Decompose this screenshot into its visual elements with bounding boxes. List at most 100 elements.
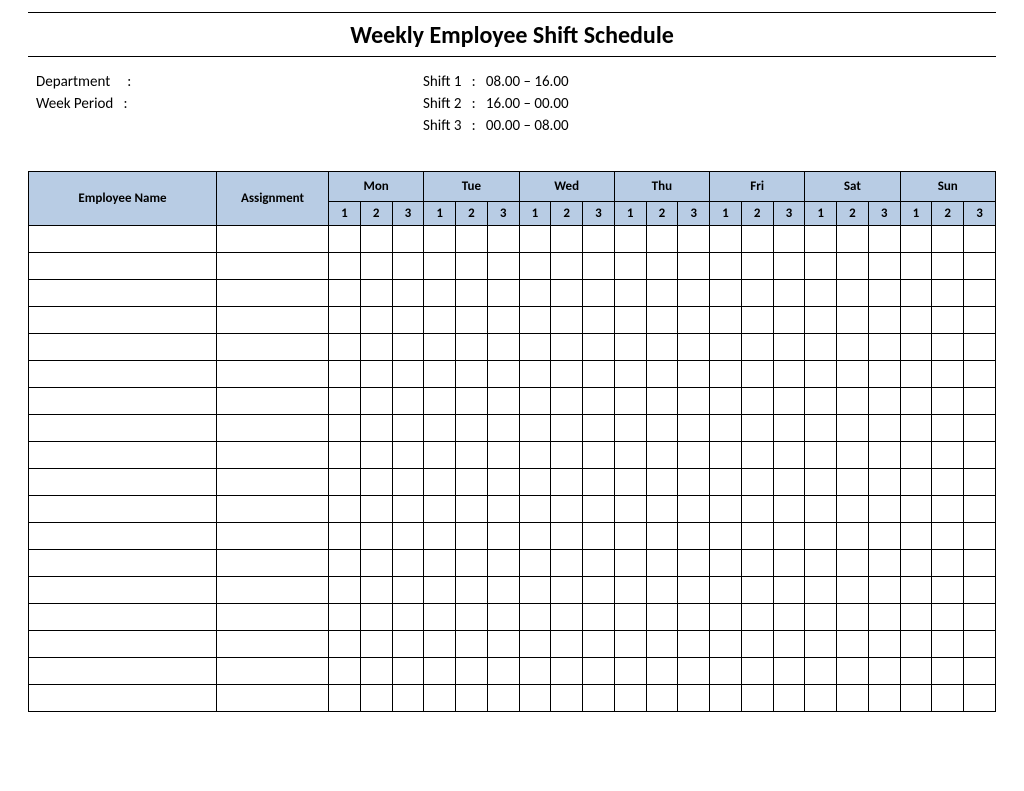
- shift-cell[interactable]: [964, 469, 996, 496]
- shift-cell[interactable]: [329, 280, 361, 307]
- shift-cell[interactable]: [773, 631, 805, 658]
- shift-cell[interactable]: [678, 334, 710, 361]
- shift-cell[interactable]: [964, 577, 996, 604]
- shift-cell[interactable]: [614, 361, 646, 388]
- shift-cell[interactable]: [900, 550, 932, 577]
- shift-cell[interactable]: [710, 631, 742, 658]
- shift-cell[interactable]: [456, 361, 488, 388]
- shift-cell[interactable]: [678, 550, 710, 577]
- shift-cell[interactable]: [519, 442, 551, 469]
- shift-cell[interactable]: [741, 361, 773, 388]
- shift-cell[interactable]: [519, 334, 551, 361]
- shift-cell[interactable]: [456, 226, 488, 253]
- shift-cell[interactable]: [583, 685, 615, 712]
- shift-cell[interactable]: [614, 685, 646, 712]
- shift-cell[interactable]: [741, 523, 773, 550]
- shift-cell[interactable]: [773, 685, 805, 712]
- shift-cell[interactable]: [519, 496, 551, 523]
- shift-cell[interactable]: [424, 442, 456, 469]
- shift-cell[interactable]: [805, 469, 837, 496]
- shift-cell[interactable]: [360, 496, 392, 523]
- shift-cell[interactable]: [710, 577, 742, 604]
- shift-cell[interactable]: [741, 307, 773, 334]
- shift-cell[interactable]: [583, 550, 615, 577]
- shift-cell[interactable]: [646, 631, 678, 658]
- shift-cell[interactable]: [964, 496, 996, 523]
- employee-name-cell[interactable]: [29, 523, 217, 550]
- shift-cell[interactable]: [805, 253, 837, 280]
- employee-name-cell[interactable]: [29, 415, 217, 442]
- shift-cell[interactable]: [932, 388, 964, 415]
- shift-cell[interactable]: [932, 631, 964, 658]
- shift-cell[interactable]: [329, 550, 361, 577]
- shift-cell[interactable]: [614, 388, 646, 415]
- shift-cell[interactable]: [583, 658, 615, 685]
- shift-cell[interactable]: [678, 307, 710, 334]
- shift-cell[interactable]: [868, 280, 900, 307]
- shift-cell[interactable]: [964, 253, 996, 280]
- shift-cell[interactable]: [710, 442, 742, 469]
- shift-cell[interactable]: [487, 334, 519, 361]
- shift-cell[interactable]: [551, 469, 583, 496]
- shift-cell[interactable]: [710, 388, 742, 415]
- assignment-cell[interactable]: [217, 469, 329, 496]
- shift-cell[interactable]: [646, 496, 678, 523]
- shift-cell[interactable]: [805, 361, 837, 388]
- shift-cell[interactable]: [614, 253, 646, 280]
- shift-cell[interactable]: [519, 604, 551, 631]
- shift-cell[interactable]: [614, 550, 646, 577]
- shift-cell[interactable]: [837, 685, 869, 712]
- shift-cell[interactable]: [964, 523, 996, 550]
- shift-cell[interactable]: [424, 226, 456, 253]
- shift-cell[interactable]: [551, 523, 583, 550]
- shift-cell[interactable]: [964, 280, 996, 307]
- shift-cell[interactable]: [487, 388, 519, 415]
- shift-cell[interactable]: [900, 388, 932, 415]
- shift-cell[interactable]: [646, 469, 678, 496]
- shift-cell[interactable]: [964, 334, 996, 361]
- shift-cell[interactable]: [392, 253, 424, 280]
- shift-cell[interactable]: [678, 604, 710, 631]
- shift-cell[interactable]: [329, 307, 361, 334]
- assignment-cell[interactable]: [217, 361, 329, 388]
- shift-cell[interactable]: [456, 415, 488, 442]
- shift-cell[interactable]: [900, 334, 932, 361]
- shift-cell[interactable]: [424, 631, 456, 658]
- shift-cell[interactable]: [424, 307, 456, 334]
- shift-cell[interactable]: [805, 388, 837, 415]
- shift-cell[interactable]: [710, 415, 742, 442]
- shift-cell[interactable]: [487, 658, 519, 685]
- shift-cell[interactable]: [392, 658, 424, 685]
- shift-cell[interactable]: [614, 226, 646, 253]
- shift-cell[interactable]: [329, 334, 361, 361]
- shift-cell[interactable]: [837, 307, 869, 334]
- shift-cell[interactable]: [868, 658, 900, 685]
- shift-cell[interactable]: [614, 496, 646, 523]
- shift-cell[interactable]: [868, 685, 900, 712]
- shift-cell[interactable]: [329, 361, 361, 388]
- shift-cell[interactable]: [900, 226, 932, 253]
- assignment-cell[interactable]: [217, 415, 329, 442]
- shift-cell[interactable]: [837, 388, 869, 415]
- shift-cell[interactable]: [805, 631, 837, 658]
- shift-cell[interactable]: [646, 415, 678, 442]
- shift-cell[interactable]: [900, 577, 932, 604]
- shift-cell[interactable]: [932, 415, 964, 442]
- shift-cell[interactable]: [678, 280, 710, 307]
- shift-cell[interactable]: [710, 307, 742, 334]
- shift-cell[interactable]: [487, 631, 519, 658]
- shift-cell[interactable]: [964, 226, 996, 253]
- shift-cell[interactable]: [805, 496, 837, 523]
- shift-cell[interactable]: [519, 523, 551, 550]
- assignment-cell[interactable]: [217, 658, 329, 685]
- shift-cell[interactable]: [360, 469, 392, 496]
- employee-name-cell[interactable]: [29, 496, 217, 523]
- shift-cell[interactable]: [487, 469, 519, 496]
- assignment-cell[interactable]: [217, 604, 329, 631]
- shift-cell[interactable]: [360, 388, 392, 415]
- shift-cell[interactable]: [805, 577, 837, 604]
- shift-cell[interactable]: [424, 496, 456, 523]
- shift-cell[interactable]: [456, 604, 488, 631]
- shift-cell[interactable]: [678, 577, 710, 604]
- shift-cell[interactable]: [392, 361, 424, 388]
